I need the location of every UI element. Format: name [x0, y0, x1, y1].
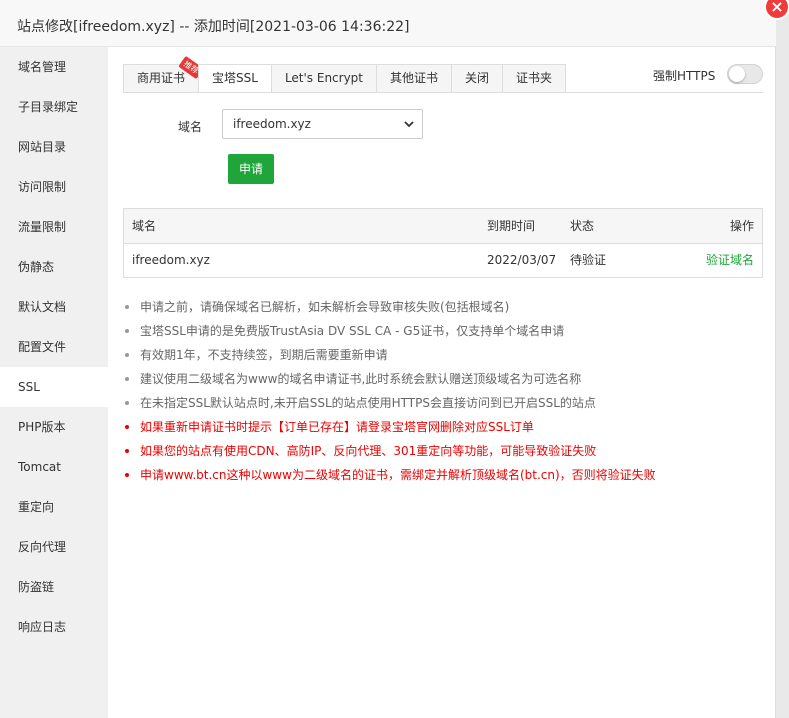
sidebar-item-redirect[interactable]: 重定向	[0, 487, 108, 527]
domain-select[interactable]: ifreedom.xyz	[222, 109, 423, 139]
sidebar-item-ssl[interactable]: SSL	[0, 367, 108, 407]
tab-commercial-cert[interactable]: 商用证书 推荐	[123, 55, 204, 93]
force-https-toggle[interactable]	[727, 64, 763, 84]
ssl-tabs: 商用证书 推荐 宝塔SSL Let's Encrypt 其他证书 关闭 证书夹	[123, 55, 567, 93]
sidebar-item-rewrite[interactable]: 伪静态	[0, 247, 108, 287]
cert-table: 域名 到期时间 状态 操作 ifreedom.xyz 2022/03/07 待验…	[123, 208, 763, 278]
apply-button[interactable]: 申请	[228, 154, 274, 184]
row-domain: ifreedom.xyz	[132, 253, 210, 267]
tab-bt-ssl[interactable]: 宝塔SSL	[198, 64, 272, 93]
dialog-titlebar: 站点修改[ifreedom.xyz] -- 添加时间[2021-03-06 14…	[0, 0, 776, 47]
sidebar-item-domain[interactable]: 域名管理	[0, 47, 108, 87]
chevron-down-icon	[404, 121, 414, 128]
list-item-warning: 如果您的站点有使用CDN、高防IP、反向代理、301重定向等功能，可能导致验证失…	[122, 439, 772, 463]
domain-select-value: ifreedom.xyz	[233, 117, 311, 131]
list-item: 申请之前，请确保域名已解析，如未解析会导致审核失败(包括根域名)	[122, 295, 772, 319]
ssl-panel: 商用证书 推荐 宝塔SSL Let's Encrypt 其他证书 关闭 证书夹 …	[108, 47, 776, 718]
list-item-warning: 申请www.bt.cn这种以www为二级域名的证书，需绑定并解析顶级域名(bt.…	[122, 463, 772, 487]
col-expiry: 到期时间	[487, 219, 536, 233]
dialog-title: 站点修改[ifreedom.xyz] -- 添加时间[2021-03-06 14…	[17, 19, 410, 35]
sidebar-item-tomcat[interactable]: Tomcat	[0, 447, 108, 487]
col-action: 操作	[729, 219, 754, 233]
sidebar-item-subdir[interactable]: 子目录绑定	[0, 87, 108, 127]
sidebar-item-traffic-limit[interactable]: 流量限制	[0, 207, 108, 247]
tab-close[interactable]: 关闭	[451, 64, 504, 93]
list-item-warning: 如果重新申请证书时提示【订单已存在】请登录宝塔官网删除对应SSL订单	[122, 415, 772, 439]
sidebar-item-response-log[interactable]: 响应日志	[0, 607, 108, 647]
list-item: 有效期1年，不支持续签，到期后需要重新申请	[122, 343, 772, 367]
col-status: 状态	[570, 219, 595, 233]
close-icon[interactable]: ×	[764, 0, 789, 20]
sidebar-item-reverse-proxy[interactable]: 反向代理	[0, 527, 108, 567]
sidebar-item-site-dir[interactable]: 网站目录	[0, 127, 108, 167]
list-item: 宝塔SSL申请的是免费版TrustAsia DV SSL CA - G5证书，仅…	[122, 319, 772, 343]
tab-cert-folder[interactable]: 证书夹	[502, 64, 567, 93]
sidebar-item-access-limit[interactable]: 访问限制	[0, 167, 108, 207]
site-settings-dialog: 站点修改[ifreedom.xyz] -- 添加时间[2021-03-06 14…	[0, 0, 776, 718]
tabs-divider	[123, 92, 763, 93]
table-row: ifreedom.xyz 2022/03/07 待验证 验证域名	[124, 244, 762, 277]
list-item: 在未指定SSL默认站点时,未开启SSL的站点使用HTTPS会直接访问到已开启SS…	[122, 391, 772, 415]
sidebar-item-config-file[interactable]: 配置文件	[0, 327, 108, 367]
tab-other-cert[interactable]: 其他证书	[376, 64, 453, 93]
page-background	[775, 0, 789, 718]
notes-list: 申请之前，请确保域名已解析，如未解析会导致审核失败(包括根域名) 宝塔SSL申请…	[122, 295, 772, 487]
domain-label: 域名	[178, 120, 203, 134]
row-expiry: 2022/03/07	[487, 253, 557, 267]
sidebar-item-hotlink[interactable]: 防盗链	[0, 567, 108, 607]
tab-label: 商用证书	[137, 71, 186, 85]
toggle-knob	[729, 66, 745, 82]
force-https-label: 强制HTTPS	[653, 69, 716, 83]
tab-lets-encrypt[interactable]: Let's Encrypt	[270, 64, 378, 93]
sidebar-item-php-version[interactable]: PHP版本	[0, 407, 108, 447]
sidebar-item-default-doc[interactable]: 默认文档	[0, 287, 108, 327]
row-status: 待验证	[570, 253, 607, 267]
verify-domain-link[interactable]: 验证域名	[706, 244, 754, 277]
settings-sidebar: 域名管理 子目录绑定 网站目录 访问限制 流量限制 伪静态 默认文档 配置文件 …	[0, 47, 108, 718]
col-domain: 域名	[132, 219, 157, 233]
table-header: 域名 到期时间 状态 操作	[124, 209, 762, 244]
list-item: 建议使用二级域名为www的域名申请证书,此时系统会默认赠送顶级域名为可选名称	[122, 367, 772, 391]
